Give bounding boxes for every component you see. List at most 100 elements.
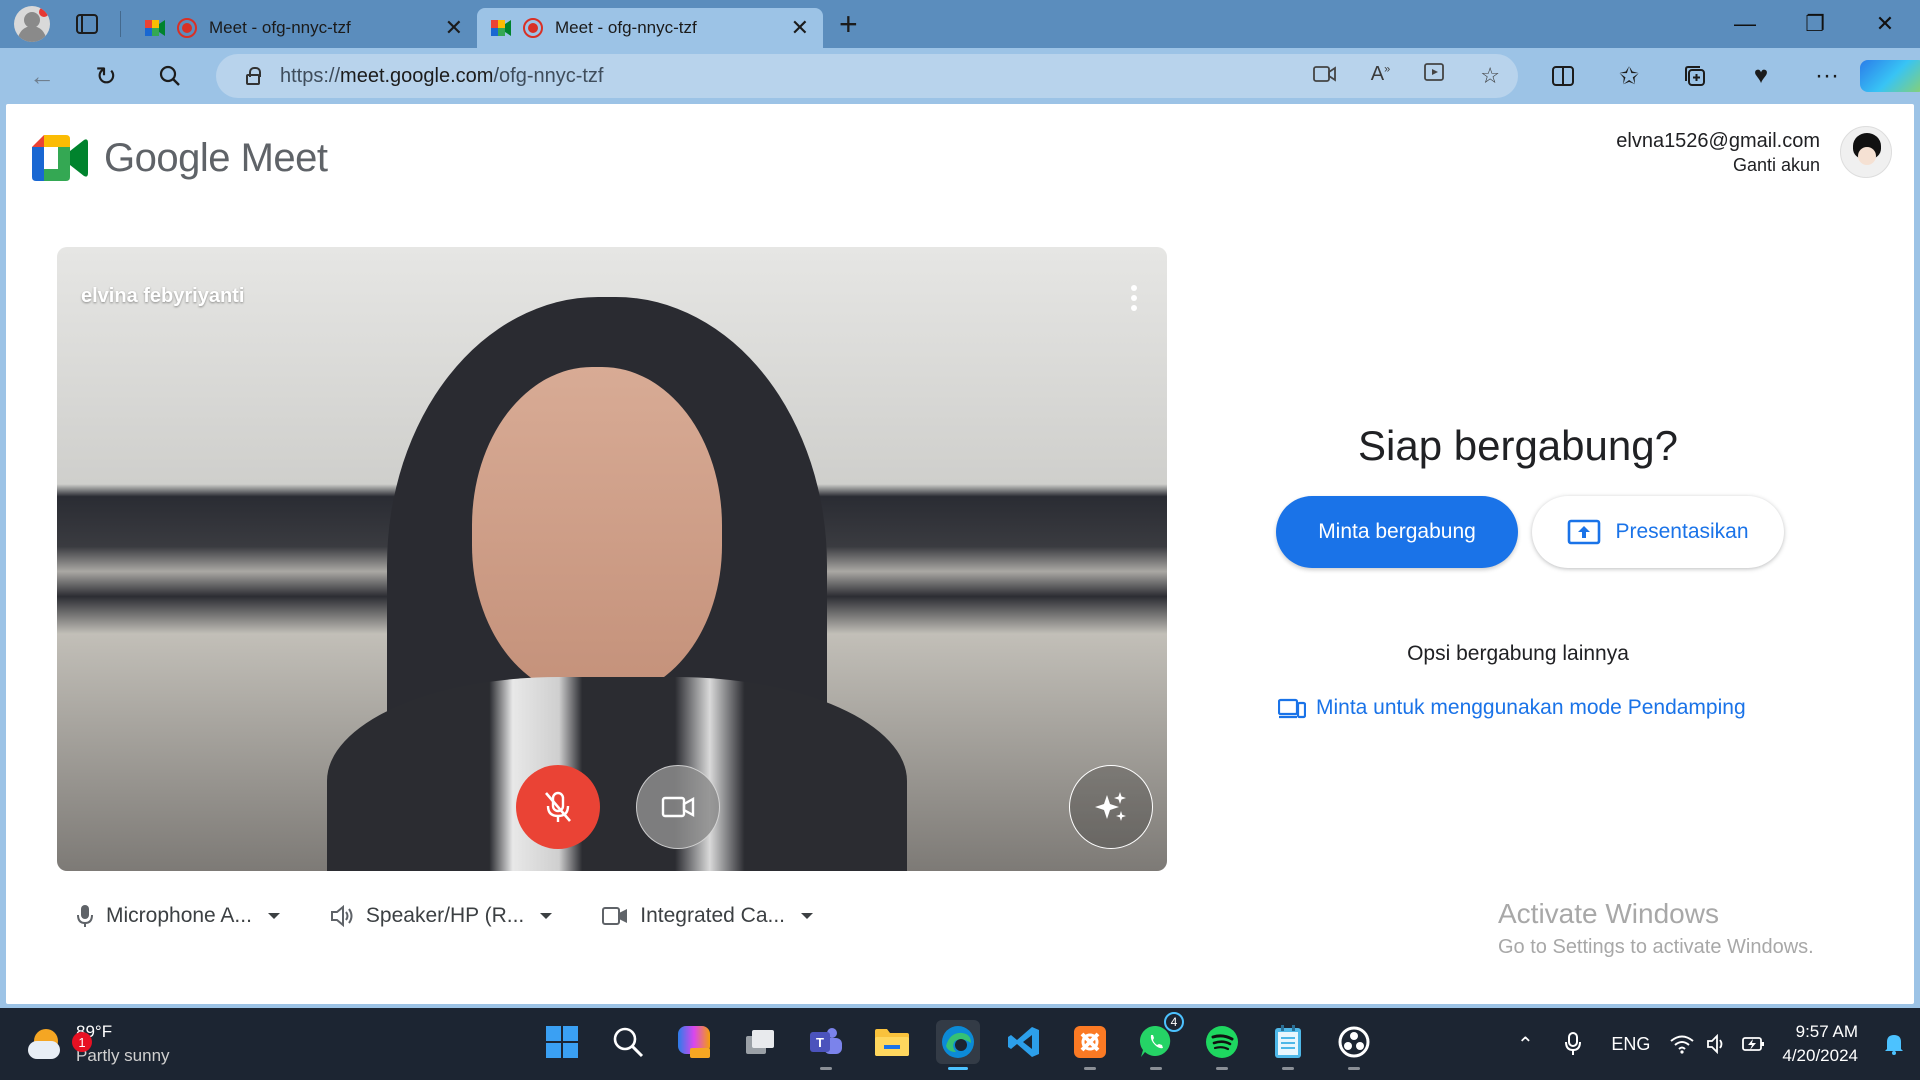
- obs-app[interactable]: [1332, 1020, 1376, 1070]
- vscode-app[interactable]: [1002, 1020, 1046, 1064]
- chevron-down-icon: [801, 913, 814, 919]
- read-aloud-icon[interactable]: A»: [1371, 63, 1390, 89]
- tab-title: Meet - ofg-nnyc-tzf: [209, 18, 351, 37]
- more-options-icon[interactable]: [1131, 285, 1137, 311]
- weather-condition: Partly sunny: [76, 1046, 170, 1065]
- close-tab-icon[interactable]: ✕: [445, 15, 463, 41]
- xampp-icon: [1074, 1026, 1106, 1058]
- edge-icon: [942, 1026, 974, 1058]
- avatar[interactable]: [1840, 126, 1892, 178]
- device-selectors: Microphone A... Speaker/HP (R... Integra…: [76, 904, 814, 928]
- speaker-selector[interactable]: Speaker/HP (R...: [330, 904, 553, 928]
- weather-widget[interactable]: 1 89°F Partly sunny: [26, 1022, 170, 1066]
- split-screen-icon[interactable]: [1530, 66, 1596, 86]
- mic-off-icon: [545, 791, 571, 822]
- camera-selector[interactable]: Integrated Ca...: [602, 904, 814, 928]
- chevron-down-icon: [267, 913, 280, 919]
- navigation-bar: ← ↻ https://meet.google.com/ofg-nnyc-tzf…: [0, 48, 1920, 104]
- notification-badge: 1: [72, 1032, 92, 1052]
- other-join-options-label: Opsi bergabung lainnya: [1407, 642, 1629, 665]
- watermark-subtitle: Go to Settings to activate Windows.: [1498, 936, 1814, 958]
- notification-bell-icon[interactable]: [1874, 1033, 1914, 1055]
- teams-app[interactable]: T: [804, 1020, 848, 1070]
- volume-icon[interactable]: [1700, 1034, 1736, 1054]
- visual-effects-button[interactable]: [1069, 765, 1153, 849]
- copilot-pre-app[interactable]: [672, 1020, 716, 1064]
- browser-essentials-icon[interactable]: ♥: [1728, 62, 1794, 90]
- switch-account-link[interactable]: Ganti akun: [1616, 155, 1820, 176]
- ready-to-join-title: Siap bergabung?: [1358, 422, 1678, 469]
- vscode-icon: [1008, 1027, 1039, 1057]
- companion-mode-label: Minta untuk menggunakan mode Pendamping: [1316, 696, 1746, 719]
- obs-icon: [1338, 1026, 1370, 1058]
- speaker-selector-label: Speaker/HP (R...: [365, 904, 525, 927]
- microphone-selector-label: Microphone A...: [106, 904, 252, 927]
- search-icon[interactable]: [138, 65, 202, 87]
- profile-icon[interactable]: [14, 6, 50, 42]
- favorites-icon[interactable]: ✩: [1596, 62, 1662, 91]
- preview-face: [472, 367, 722, 697]
- task-view-icon: [746, 1030, 774, 1054]
- folder-icon: [875, 1029, 909, 1056]
- refresh-icon[interactable]: ↻: [74, 61, 138, 92]
- teams-icon: T: [810, 1028, 842, 1054]
- url-host: meet.google.com: [340, 64, 494, 87]
- tab-title: Meet - ofg-nnyc-tzf: [555, 18, 697, 37]
- chevron-down-icon: [540, 913, 553, 919]
- chevron-up-icon[interactable]: ⌃: [1501, 1032, 1549, 1057]
- spotify-app[interactable]: [1200, 1020, 1244, 1070]
- wifi-icon[interactable]: [1664, 1034, 1700, 1054]
- clock-date: 4/20/2024: [1782, 1046, 1858, 1065]
- meet-prejoin-page: Google Meet elvna1526@gmail.com Ganti ak…: [6, 104, 1914, 1004]
- microphone-selector[interactable]: Microphone A...: [76, 904, 280, 928]
- browser-tab-1[interactable]: Meet - ofg-nnyc-tzf ✕: [131, 8, 477, 48]
- system-clock[interactable]: 9:57 AM 4/20/2024: [1782, 1020, 1858, 1068]
- minimize-button[interactable]: —: [1710, 0, 1780, 48]
- sparkle-icon: [1095, 792, 1126, 821]
- meet-favicon-icon: [491, 20, 511, 36]
- pinned-apps: T 4: [540, 1012, 1376, 1070]
- notepad-app[interactable]: [1266, 1020, 1310, 1070]
- copilot-icon: [678, 1026, 710, 1058]
- close-window-button[interactable]: ✕: [1850, 0, 1920, 48]
- more-menu-icon[interactable]: ···: [1794, 62, 1860, 90]
- microphone-toggle-button[interactable]: [516, 765, 600, 849]
- url-scheme: https://: [280, 64, 341, 87]
- battery-charging-icon[interactable]: [1736, 1034, 1772, 1054]
- new-tab-button[interactable]: +: [839, 6, 858, 43]
- system-tray: ⌃ ENG 9:57 AM 4/20/2024: [1501, 1008, 1920, 1080]
- restore-button[interactable]: ❐: [1780, 0, 1850, 48]
- windows-logo-icon: [546, 1026, 578, 1058]
- taskbar-search-button[interactable]: [606, 1020, 650, 1064]
- start-button[interactable]: [540, 1020, 584, 1064]
- app-available-icon[interactable]: [1424, 63, 1446, 89]
- google-meet-logo[interactable]: Google Meet: [32, 135, 328, 181]
- companion-devices-icon: [1278, 698, 1306, 719]
- camera-toggle-button[interactable]: [636, 765, 720, 849]
- lock-icon[interactable]: [246, 66, 261, 85]
- account-info: elvna1526@gmail.com Ganti akun: [1616, 130, 1820, 176]
- ask-to-join-button[interactable]: Minta bergabung: [1276, 496, 1518, 568]
- present-button[interactable]: Presentasikan: [1532, 496, 1784, 568]
- whatsapp-app[interactable]: 4: [1134, 1012, 1184, 1070]
- collections-icon[interactable]: [1662, 65, 1728, 87]
- browser-tab-2[interactable]: Meet - ofg-nnyc-tzf ✕: [477, 8, 823, 48]
- address-bar-actions: A» ☆: [1312, 63, 1500, 89]
- url-text[interactable]: https://meet.google.com/ofg-nnyc-tzf: [280, 65, 604, 88]
- close-tab-icon[interactable]: ✕: [791, 15, 809, 41]
- xampp-app[interactable]: [1068, 1020, 1112, 1070]
- tab-actions-icon[interactable]: [76, 14, 98, 34]
- file-explorer-app[interactable]: [870, 1020, 914, 1064]
- back-icon[interactable]: ←: [10, 61, 74, 92]
- copilot-icon[interactable]: [1860, 60, 1920, 92]
- address-bar[interactable]: https://meet.google.com/ofg-nnyc-tzf A» …: [216, 54, 1518, 98]
- input-language[interactable]: ENG: [1611, 1034, 1650, 1055]
- video-camera-icon: [602, 907, 628, 925]
- microphone-icon: [77, 905, 93, 927]
- favorite-star-icon[interactable]: ☆: [1480, 63, 1500, 89]
- edge-app[interactable]: [936, 1020, 980, 1070]
- task-view-button[interactable]: [738, 1020, 782, 1064]
- companion-mode-link[interactable]: Minta untuk menggunakan mode Pendamping: [1278, 696, 1746, 720]
- microphone-in-use-icon[interactable]: [1549, 1032, 1597, 1056]
- camera-permission-icon[interactable]: [1312, 63, 1337, 89]
